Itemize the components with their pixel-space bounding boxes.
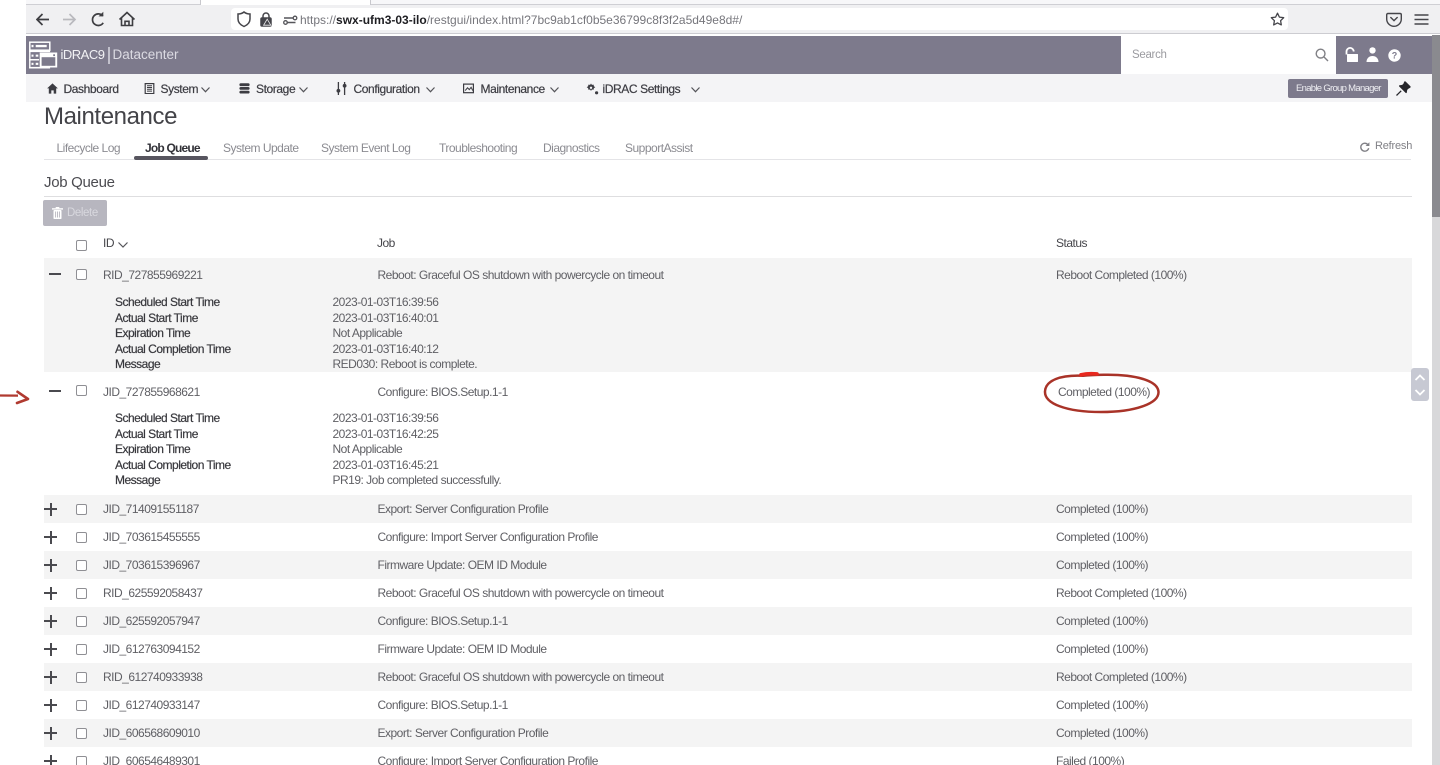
svg-text:?: ?: [1392, 51, 1398, 61]
